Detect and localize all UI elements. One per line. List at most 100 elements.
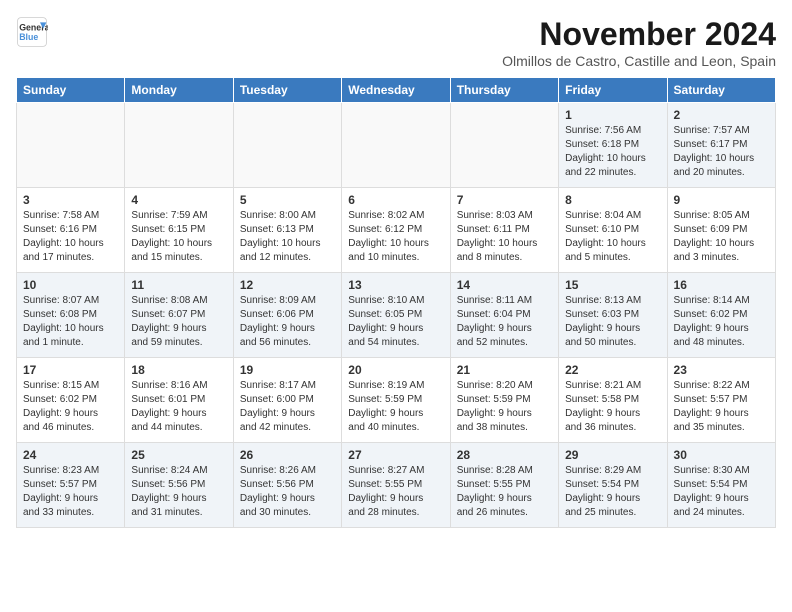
- logo-icon: General Blue: [16, 16, 48, 48]
- day-number: 11: [131, 278, 226, 292]
- day-number: 27: [348, 448, 443, 462]
- day-number: 24: [23, 448, 118, 462]
- day-number: 12: [240, 278, 335, 292]
- day-info: Sunrise: 8:27 AM Sunset: 5:55 PM Dayligh…: [348, 464, 443, 520]
- day-number: 9: [674, 193, 769, 207]
- day-info: Sunrise: 8:11 AM Sunset: 6:04 PM Dayligh…: [457, 294, 552, 350]
- calendar-cell: 12 Sunrise: 8:09 AM Sunset: 6:06 PM Dayli…: [233, 273, 341, 358]
- calendar-body: 1 Sunrise: 7:56 AM Sunset: 6:18 PM Daylig…: [17, 103, 776, 528]
- day-info: Sunrise: 8:03 AM Sunset: 6:11 PM Dayligh…: [457, 209, 552, 265]
- calendar-cell: 22Sunrise: 8:21 AM Sunset: 5:58 PM Dayli…: [559, 358, 667, 443]
- day-number: 16: [674, 278, 769, 292]
- day-info: Sunrise: 8:05 AM Sunset: 6:09 PM Dayligh…: [674, 209, 769, 265]
- calendar-cell: 23 Sunrise: 8:22 AM Sunset: 5:57 PM Dayli…: [667, 358, 775, 443]
- day-info: Sunrise: 8:28 AM Sunset: 5:55 PM Dayligh…: [457, 464, 552, 520]
- weekday-header: Saturday: [667, 78, 775, 103]
- calendar-cell: 4 Sunrise: 7:59 AM Sunset: 6:15 PM Daylig…: [125, 188, 233, 273]
- day-info: Sunrise: 8:15 AM Sunset: 6:02 PM Dayligh…: [23, 379, 118, 435]
- day-info: Sunrise: 8:24 AM Sunset: 5:56 PM Dayligh…: [131, 464, 226, 520]
- calendar-cell: 17 Sunrise: 8:15 AM Sunset: 6:02 PM Dayli…: [17, 358, 125, 443]
- calendar-cell: 10Sunrise: 8:07 AM Sunset: 6:08 PM Dayli…: [17, 273, 125, 358]
- day-info: Sunrise: 8:09 AM Sunset: 6:06 PM Dayligh…: [240, 294, 335, 350]
- calendar-cell: 21 Sunrise: 8:20 AM Sunset: 5:59 PM Dayli…: [450, 358, 558, 443]
- day-info: Sunrise: 8:30 AM Sunset: 5:54 PM Dayligh…: [674, 464, 769, 520]
- day-info: Sunrise: 8:14 AM Sunset: 6:02 PM Dayligh…: [674, 294, 769, 350]
- calendar-cell: 30 Sunrise: 8:30 AM Sunset: 5:54 PM Dayli…: [667, 443, 775, 528]
- calendar-week-row: 17 Sunrise: 8:15 AM Sunset: 6:02 PM Dayli…: [17, 358, 776, 443]
- title-block: November 2024 Olmillos de Castro, Castil…: [502, 16, 776, 69]
- calendar-week-row: 3 Sunrise: 7:58 AM Sunset: 6:16 PM Daylig…: [17, 188, 776, 273]
- day-number: 4: [131, 193, 226, 207]
- day-info: Sunrise: 8:08 AM Sunset: 6:07 PM Dayligh…: [131, 294, 226, 350]
- calendar-week-row: 1 Sunrise: 7:56 AM Sunset: 6:18 PM Daylig…: [17, 103, 776, 188]
- day-info: Sunrise: 8:04 AM Sunset: 6:10 PM Dayligh…: [565, 209, 660, 265]
- weekday-header: Wednesday: [342, 78, 450, 103]
- day-info: Sunrise: 8:20 AM Sunset: 5:59 PM Dayligh…: [457, 379, 552, 435]
- calendar-cell: 16 Sunrise: 8:14 AM Sunset: 6:02 PM Dayli…: [667, 273, 775, 358]
- day-number: 23: [674, 363, 769, 377]
- day-info: Sunrise: 8:21 AM Sunset: 5:58 PM Dayligh…: [565, 379, 660, 435]
- calendar-cell: 27 Sunrise: 8:27 AM Sunset: 5:55 PM Dayli…: [342, 443, 450, 528]
- calendar-cell: [450, 103, 558, 188]
- day-number: 30: [674, 448, 769, 462]
- day-number: 3: [23, 193, 118, 207]
- day-info: Sunrise: 8:02 AM Sunset: 6:12 PM Dayligh…: [348, 209, 443, 265]
- day-info: Sunrise: 7:56 AM Sunset: 6:18 PM Dayligh…: [565, 124, 660, 180]
- calendar-cell: 19 Sunrise: 8:17 AM Sunset: 6:00 PM Dayli…: [233, 358, 341, 443]
- day-number: 8: [565, 193, 660, 207]
- day-info: Sunrise: 7:59 AM Sunset: 6:15 PM Dayligh…: [131, 209, 226, 265]
- calendar-cell: 2Sunrise: 7:57 AM Sunset: 6:17 PM Daylig…: [667, 103, 775, 188]
- day-info: Sunrise: 8:17 AM Sunset: 6:00 PM Dayligh…: [240, 379, 335, 435]
- calendar-cell: 14 Sunrise: 8:11 AM Sunset: 6:04 PM Dayli…: [450, 273, 558, 358]
- day-number: 13: [348, 278, 443, 292]
- day-number: 29: [565, 448, 660, 462]
- weekday-header: Monday: [125, 78, 233, 103]
- day-number: 15: [565, 278, 660, 292]
- calendar-cell: 11 Sunrise: 8:08 AM Sunset: 6:07 PM Dayli…: [125, 273, 233, 358]
- day-number: 14: [457, 278, 552, 292]
- day-number: 1: [565, 108, 660, 122]
- day-number: 19: [240, 363, 335, 377]
- day-number: 7: [457, 193, 552, 207]
- day-info: Sunrise: 8:00 AM Sunset: 6:13 PM Dayligh…: [240, 209, 335, 265]
- calendar-cell: 7 Sunrise: 8:03 AM Sunset: 6:11 PM Daylig…: [450, 188, 558, 273]
- day-number: 17: [23, 363, 118, 377]
- calendar-cell: [125, 103, 233, 188]
- logo: General Blue: [16, 16, 48, 48]
- calendar-cell: 25 Sunrise: 8:24 AM Sunset: 5:56 PM Dayli…: [125, 443, 233, 528]
- calendar-cell: [233, 103, 341, 188]
- day-info: Sunrise: 8:26 AM Sunset: 5:56 PM Dayligh…: [240, 464, 335, 520]
- calendar-cell: 24 Sunrise: 8:23 AM Sunset: 5:57 PM Dayli…: [17, 443, 125, 528]
- location-subtitle: Olmillos de Castro, Castille and Leon, S…: [502, 53, 776, 69]
- day-number: 6: [348, 193, 443, 207]
- calendar-cell: [342, 103, 450, 188]
- calendar-cell: 13 Sunrise: 8:10 AM Sunset: 6:05 PM Dayli…: [342, 273, 450, 358]
- day-info: Sunrise: 8:13 AM Sunset: 6:03 PM Dayligh…: [565, 294, 660, 350]
- calendar-week-row: 24 Sunrise: 8:23 AM Sunset: 5:57 PM Dayli…: [17, 443, 776, 528]
- calendar-cell: 5 Sunrise: 8:00 AM Sunset: 6:13 PM Daylig…: [233, 188, 341, 273]
- day-info: Sunrise: 8:23 AM Sunset: 5:57 PM Dayligh…: [23, 464, 118, 520]
- day-info: Sunrise: 7:58 AM Sunset: 6:16 PM Dayligh…: [23, 209, 118, 265]
- day-info: Sunrise: 8:16 AM Sunset: 6:01 PM Dayligh…: [131, 379, 226, 435]
- day-info: Sunrise: 8:07 AM Sunset: 6:08 PM Dayligh…: [23, 294, 118, 350]
- day-info: Sunrise: 8:10 AM Sunset: 6:05 PM Dayligh…: [348, 294, 443, 350]
- calendar-header-row: SundayMondayTuesdayWednesdayThursdayFrid…: [17, 78, 776, 103]
- day-number: 2: [674, 108, 769, 122]
- day-number: 25: [131, 448, 226, 462]
- calendar-table: SundayMondayTuesdayWednesdayThursdayFrid…: [16, 77, 776, 528]
- calendar-cell: 9 Sunrise: 8:05 AM Sunset: 6:09 PM Daylig…: [667, 188, 775, 273]
- calendar-cell: 6 Sunrise: 8:02 AM Sunset: 6:12 PM Daylig…: [342, 188, 450, 273]
- calendar-cell: 8 Sunrise: 8:04 AM Sunset: 6:10 PM Daylig…: [559, 188, 667, 273]
- day-number: 5: [240, 193, 335, 207]
- weekday-header: Tuesday: [233, 78, 341, 103]
- day-number: 21: [457, 363, 552, 377]
- day-number: 26: [240, 448, 335, 462]
- calendar-cell: 18 Sunrise: 8:16 AM Sunset: 6:01 PM Dayli…: [125, 358, 233, 443]
- day-info: Sunrise: 8:22 AM Sunset: 5:57 PM Dayligh…: [674, 379, 769, 435]
- calendar-cell: 29 Sunrise: 8:29 AM Sunset: 5:54 PM Dayli…: [559, 443, 667, 528]
- day-info: Sunrise: 8:29 AM Sunset: 5:54 PM Dayligh…: [565, 464, 660, 520]
- calendar-cell: 26 Sunrise: 8:26 AM Sunset: 5:56 PM Dayli…: [233, 443, 341, 528]
- svg-text:Blue: Blue: [19, 32, 38, 42]
- day-number: 18: [131, 363, 226, 377]
- page-header: General Blue November 2024 Olmillos de C…: [16, 16, 776, 69]
